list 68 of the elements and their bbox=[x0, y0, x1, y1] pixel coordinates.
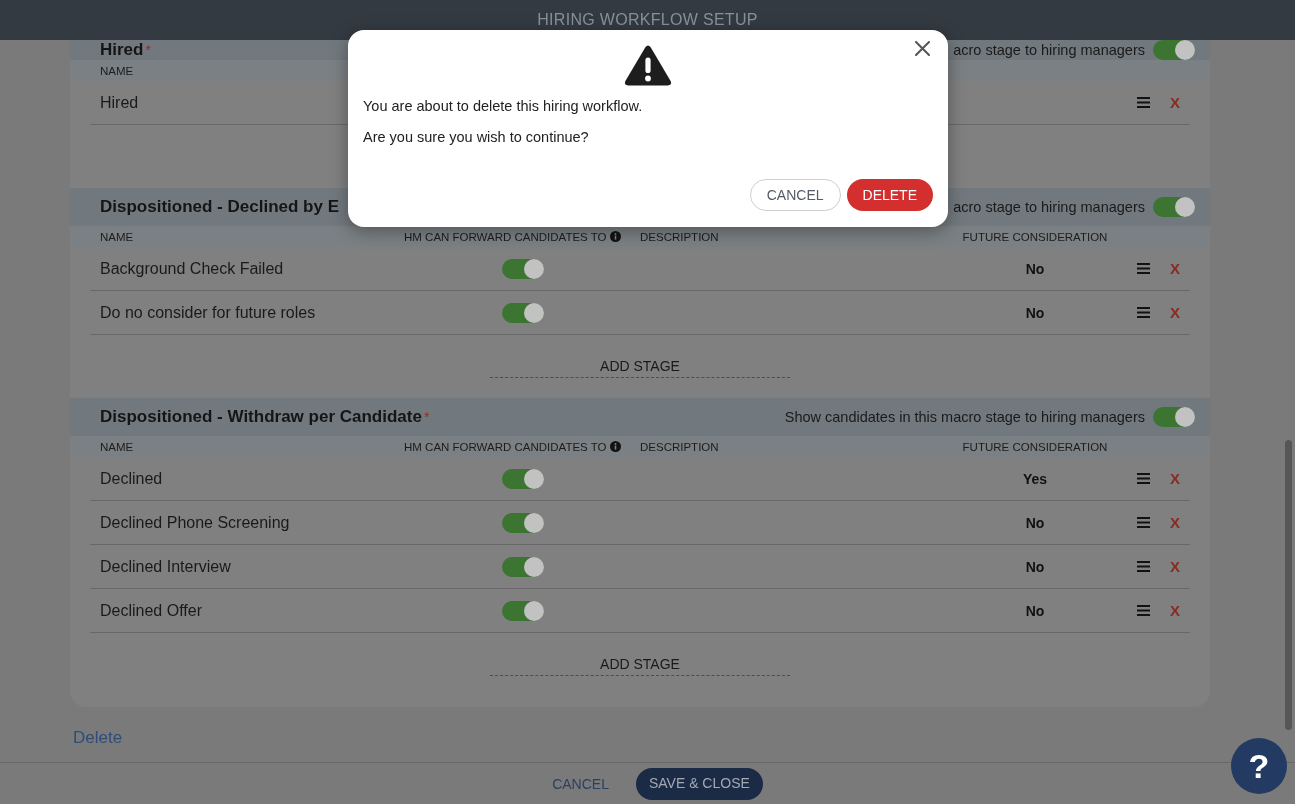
section-title: Dispositioned - Declined by E bbox=[100, 197, 339, 217]
remove-button[interactable]: X bbox=[1170, 304, 1180, 321]
column-header: FUTURE CONSIDERATION bbox=[962, 229, 1108, 244]
toggle-switch[interactable] bbox=[502, 512, 544, 533]
column-header: HM CAN FORWARD CANDIDATES TO bbox=[404, 229, 607, 244]
column-header: DESCRIPTION bbox=[640, 229, 719, 244]
stage-name: Do no consider for future roles bbox=[100, 303, 316, 321]
column-header: NAME bbox=[100, 229, 134, 244]
close-icon bbox=[915, 41, 930, 56]
column-header: DESCRIPTION bbox=[640, 439, 719, 454]
required-mark: * bbox=[145, 42, 151, 58]
help-button[interactable]: ? bbox=[1231, 738, 1287, 794]
toggle-label: acro stage to hiring managers bbox=[953, 41, 1145, 59]
hamburger-icon[interactable] bbox=[1137, 605, 1150, 616]
cancel-button[interactable]: CANCEL bbox=[749, 179, 841, 211]
column-header: NAME bbox=[100, 439, 134, 454]
toggle-switch[interactable] bbox=[502, 302, 544, 323]
future-consideration-value: No bbox=[1025, 557, 1045, 576]
stage-name: Background Check Failed bbox=[100, 259, 284, 277]
save-close-button[interactable]: SAVE & CLOSE bbox=[635, 767, 763, 800]
stage-name: Declined Offer bbox=[100, 601, 202, 619]
required-mark: * bbox=[423, 409, 430, 425]
hamburger-icon[interactable] bbox=[1137, 307, 1150, 318]
toggle-label: acro stage to hiring managers bbox=[953, 198, 1145, 216]
toggle-switch[interactable] bbox=[502, 556, 544, 577]
toggle-label: Show candidates in this macro stage to hiring managers bbox=[784, 408, 1145, 426]
hamburger-icon[interactable] bbox=[1137, 561, 1150, 572]
remove-button[interactable]: X bbox=[1170, 514, 1180, 531]
delete-link[interactable]: Delete bbox=[73, 728, 123, 748]
future-consideration-value: No bbox=[1025, 601, 1045, 620]
stage-name: Hired bbox=[100, 93, 139, 111]
delete-button[interactable]: DELETE bbox=[846, 179, 933, 211]
warning-icon bbox=[624, 45, 672, 86]
hamburger-icon[interactable] bbox=[1137, 97, 1150, 108]
remove-button[interactable]: X bbox=[1170, 94, 1180, 111]
cancel-button[interactable]: CANCEL bbox=[552, 774, 609, 793]
remove-button[interactable]: X bbox=[1170, 470, 1180, 487]
remove-button[interactable]: X bbox=[1170, 602, 1180, 619]
future-consideration-value: No bbox=[1025, 259, 1045, 278]
toggle-switch[interactable] bbox=[1153, 407, 1195, 427]
add-stage-button[interactable]: ADD STAGE bbox=[490, 357, 790, 378]
window-title: HIRING WORKFLOW SETUP bbox=[537, 10, 758, 30]
hamburger-icon[interactable] bbox=[1137, 517, 1150, 528]
add-stage-button[interactable]: ADD STAGE bbox=[490, 655, 790, 676]
close-button[interactable] bbox=[915, 41, 930, 56]
toggle-switch[interactable] bbox=[1153, 40, 1195, 60]
toggle-switch[interactable] bbox=[1153, 197, 1195, 217]
remove-button[interactable]: X bbox=[1170, 558, 1180, 575]
future-consideration-value: No bbox=[1025, 513, 1045, 532]
toggle-switch[interactable] bbox=[502, 600, 544, 621]
dialog-message: Are you sure you wish to continue? bbox=[363, 128, 589, 147]
toggle-switch[interactable] bbox=[502, 468, 544, 489]
remove-button[interactable]: X bbox=[1170, 260, 1180, 277]
toggle-switch[interactable] bbox=[502, 258, 544, 279]
future-consideration-value: No bbox=[1025, 303, 1045, 322]
section-title: Dispositioned - Withdraw per Candidate bbox=[100, 407, 422, 427]
section-title: Hired bbox=[100, 40, 144, 60]
hamburger-icon[interactable] bbox=[1137, 263, 1150, 274]
hamburger-icon[interactable] bbox=[1137, 473, 1150, 484]
stage-name: Declined Interview bbox=[100, 557, 231, 575]
scrollbar-thumb[interactable] bbox=[1285, 440, 1292, 730]
column-header: HM CAN FORWARD CANDIDATES TO bbox=[404, 439, 607, 454]
column-header: FUTURE CONSIDERATION bbox=[962, 439, 1108, 454]
dialog-message: You are about to delete this hiring workflow. bbox=[363, 97, 643, 116]
column-header: NAME bbox=[100, 63, 134, 78]
stage-name: Declined Phone Screening bbox=[100, 513, 290, 531]
stage-name: Declined bbox=[100, 469, 163, 487]
future-consideration-value: Yes bbox=[1022, 469, 1048, 488]
